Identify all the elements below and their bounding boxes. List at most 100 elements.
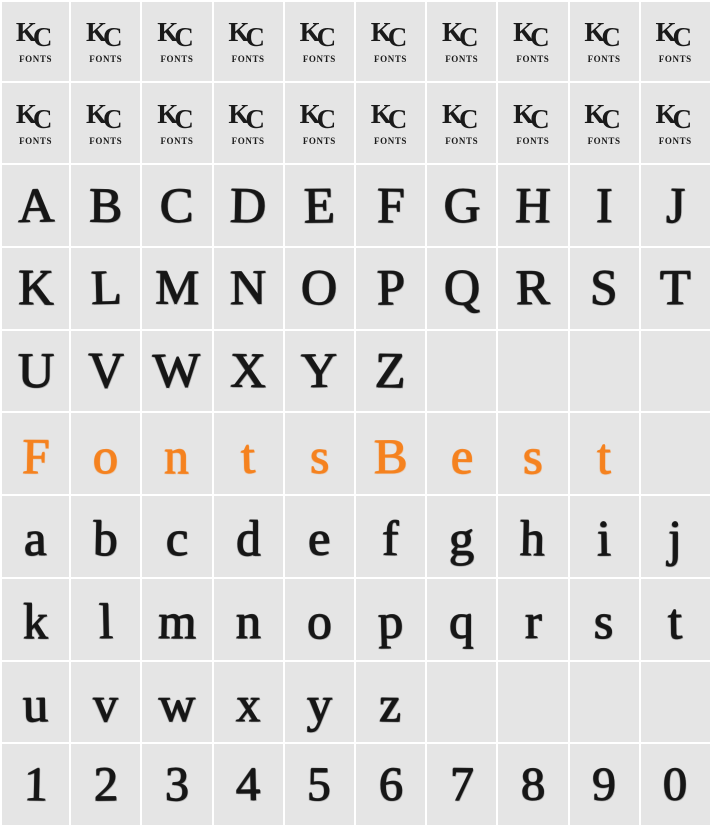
logo-letter-c: C	[174, 104, 194, 135]
glyph-cell[interactable]: e	[427, 413, 499, 497]
glyph-cell[interactable]: t	[213, 413, 285, 497]
glyph-cell[interactable]: G	[427, 165, 499, 249]
logo-cell[interactable]: KC FONTS	[142, 0, 214, 83]
logo-cell[interactable]: KC FONTS	[498, 82, 570, 166]
glyph-cell[interactable]: S	[569, 248, 641, 331]
glyph-cell[interactable]: 8	[498, 744, 570, 827]
logo-cell[interactable]: KC FONTS	[427, 0, 499, 83]
glyph-cell[interactable]: o	[71, 413, 143, 497]
glyph-cell[interactable]: o	[284, 578, 356, 662]
logo-cell[interactable]: KC FONTS	[569, 82, 641, 166]
glyph-cell[interactable]: r	[498, 578, 570, 662]
logo-cell[interactable]: KC FONTS	[0, 82, 72, 166]
glyph-cell[interactable]: 0	[640, 744, 712, 827]
glyph-cell[interactable]: z	[355, 661, 428, 745]
glyph-cell[interactable]: R	[498, 248, 570, 331]
glyph-cell[interactable]: 6	[355, 744, 428, 827]
glyph-cell[interactable]: a	[0, 496, 72, 579]
glyph-cell[interactable]: 5	[284, 744, 356, 827]
glyph-cell[interactable]: Y	[284, 330, 356, 414]
glyph-cell[interactable]: X	[213, 330, 285, 414]
glyph-cell[interactable]: n	[213, 578, 285, 662]
logo-cell[interactable]: KC FONTS	[213, 0, 285, 83]
glyph-cell[interactable]: f	[355, 496, 428, 579]
glyph-cell[interactable]: w	[142, 661, 214, 745]
glyph-cell[interactable]: J	[640, 165, 712, 249]
glyph-cell[interactable]: U	[0, 330, 72, 414]
logo-cell[interactable]: KC FONTS	[71, 0, 143, 83]
glyph-cell[interactable]: O	[284, 248, 356, 331]
glyph-cell[interactable]: 9	[569, 744, 641, 827]
logo-cell[interactable]: KC FONTS	[71, 82, 143, 166]
glyph-cell[interactable]: M	[142, 248, 214, 331]
glyph-cell[interactable]: P	[355, 248, 428, 331]
logo-cell[interactable]: KC FONTS	[498, 0, 570, 83]
glyph-cell[interactable]: Q	[427, 248, 499, 331]
kc-fonts-logo: KC FONTS	[220, 17, 276, 65]
logo-cell[interactable]: KC FONTS	[284, 0, 356, 83]
glyph-cell[interactable]: T	[640, 248, 712, 331]
logo-cell[interactable]: KC FONTS	[355, 82, 428, 166]
glyph-cell[interactable]: L	[71, 248, 143, 331]
glyph-cell[interactable]: E	[284, 165, 356, 249]
glyph-cell[interactable]: 2	[71, 744, 143, 827]
glyph-cell[interactable]: k	[0, 578, 72, 662]
glyph-cell[interactable]: t	[569, 413, 641, 497]
glyph-cell[interactable]: 3	[142, 744, 214, 827]
glyph-cell[interactable]: F	[0, 413, 72, 497]
glyph-cell[interactable]: I	[569, 165, 641, 249]
glyph-cell[interactable]: 1	[0, 744, 72, 827]
glyph-cell[interactable]: C	[142, 165, 214, 249]
glyph-cell[interactable]: 4	[213, 744, 285, 827]
glyph-cell[interactable]: e	[284, 496, 356, 579]
glyph-cell[interactable]: v	[71, 661, 143, 745]
glyph-cell[interactable]: B	[71, 165, 143, 249]
glyph-cell[interactable]: m	[142, 578, 214, 662]
glyph: V	[87, 341, 124, 399]
glyph-cell[interactable]: x	[213, 661, 285, 745]
glyph-cell[interactable]: j	[640, 496, 712, 579]
glyph-cell[interactable]: A	[0, 165, 72, 249]
glyph-cell[interactable]: n	[142, 413, 214, 497]
logo-cell[interactable]: KC FONTS	[427, 82, 499, 166]
glyph-cell[interactable]: b	[71, 496, 143, 579]
glyph-cell[interactable]: y	[284, 661, 356, 745]
glyph-cell[interactable]: K	[0, 248, 72, 331]
glyph-cell[interactable]: c	[142, 496, 214, 579]
glyph-cell[interactable]: Z	[355, 330, 428, 414]
logo-cell[interactable]: KC FONTS	[0, 0, 72, 83]
glyph-cell[interactable]: D	[213, 165, 285, 249]
glyph-cell[interactable]: H	[498, 165, 570, 249]
logo-cell[interactable]: KC FONTS	[213, 82, 285, 166]
glyph: m	[157, 592, 197, 650]
glyph-cell[interactable]: d	[213, 496, 285, 579]
logo-cell[interactable]: KC FONTS	[284, 82, 356, 166]
glyph-cell[interactable]: B	[355, 413, 428, 497]
glyph-cell[interactable]: i	[569, 496, 641, 579]
logo-cell[interactable]: KC FONTS	[142, 82, 214, 166]
glyph-cell[interactable]: h	[498, 496, 570, 579]
glyph-cell[interactable]: l	[71, 578, 143, 662]
glyph-cell[interactable]: q	[427, 578, 499, 662]
glyph: d	[235, 509, 261, 568]
glyph-cell[interactable]: t	[640, 578, 712, 662]
glyph-cell[interactable]: W	[142, 330, 214, 414]
logo-cell[interactable]: KC FONTS	[640, 0, 712, 83]
glyph-cell[interactable]: g	[427, 496, 499, 579]
glyph-cell[interactable]: F	[355, 165, 428, 249]
glyph-cell[interactable]: u	[0, 661, 72, 745]
glyph-cell[interactable]: s	[284, 413, 356, 497]
glyph-cell[interactable]: 7	[427, 744, 499, 827]
glyph: c	[165, 510, 189, 567]
glyph-cell[interactable]: V	[71, 330, 143, 414]
glyph-cell[interactable]: p	[355, 578, 428, 662]
logo-cell[interactable]: KC FONTS	[355, 0, 428, 83]
logo-letter-c: C	[32, 104, 53, 135]
empty-cell	[498, 330, 570, 414]
logo-cell[interactable]: KC FONTS	[640, 82, 712, 166]
glyph-cell[interactable]: N	[213, 248, 285, 331]
logo-cell[interactable]: KC FONTS	[569, 0, 641, 83]
glyph-cell[interactable]: s	[569, 578, 641, 662]
logo-wordmark: FONTS	[160, 136, 194, 147]
glyph-cell[interactable]: s	[498, 413, 570, 497]
